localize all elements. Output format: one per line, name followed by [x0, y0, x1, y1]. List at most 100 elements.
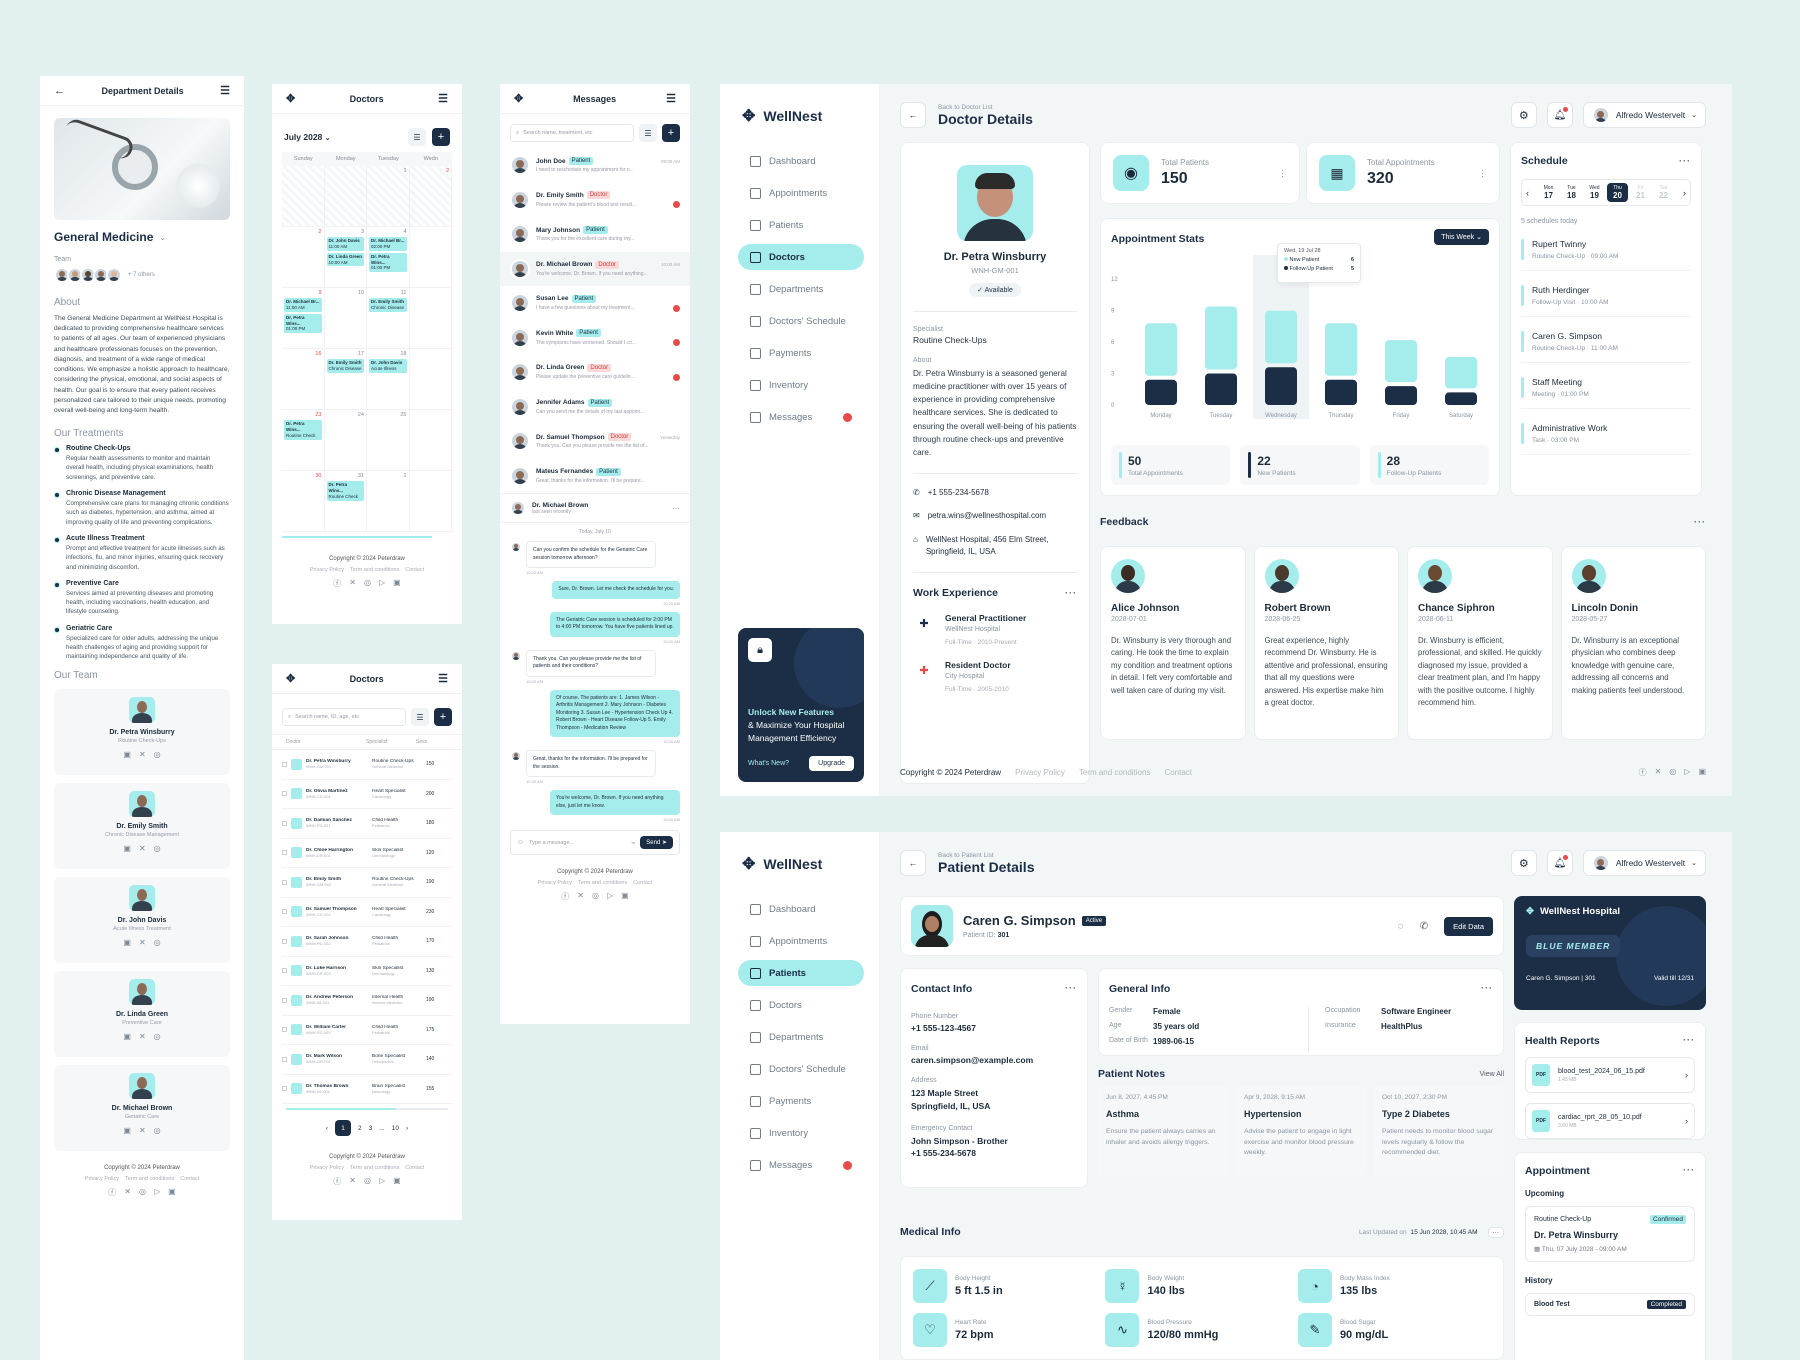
- privacy-link[interactable]: Privacy Policy: [1015, 768, 1065, 777]
- breadcrumb[interactable]: Back to Doctor List: [938, 104, 1033, 111]
- calendar-day[interactable]: 11 Dr. Emily Smith Chronic Disease: [367, 288, 410, 348]
- nav-doctors[interactable]: Doctors: [738, 244, 864, 270]
- calendar-day[interactable]: [410, 288, 452, 348]
- calendar-day[interactable]: 2: [409, 166, 452, 226]
- table-row[interactable]: Dr. Samuel Thompson WNH-CD-002 Heart Speci…: [282, 898, 452, 927]
- calendar-day[interactable]: 25: [367, 410, 410, 470]
- calendar-day[interactable]: [282, 166, 325, 226]
- table-row[interactable]: Dr. Chloe Harrington WNH-DR-001 Skin Speci…: [282, 839, 452, 868]
- x-icon[interactable]: ✕: [139, 844, 146, 853]
- more-icon[interactable]: ⋮: [1478, 168, 1487, 179]
- privacy-link[interactable]: Privacy Policy: [310, 567, 344, 573]
- next-page-icon[interactable]: ›: [406, 1125, 408, 1132]
- nav-dashboard[interactable]: Dashboard: [738, 148, 864, 174]
- more-icon[interactable]: ···: [1683, 1035, 1695, 1047]
- message-thread[interactable]: Dr. Linda Green Doctor Please update the p…: [500, 355, 690, 390]
- checkbox[interactable]: [282, 761, 287, 767]
- privacy-link[interactable]: Privacy Policy: [85, 1176, 119, 1182]
- table-row[interactable]: Dr. Damian Sanchez WNH-PD-001 Child Health…: [282, 809, 452, 839]
- page-2[interactable]: 2: [358, 1125, 362, 1132]
- column-sessions[interactable]: Sess: [416, 739, 427, 745]
- x-icon[interactable]: ✕: [349, 578, 356, 589]
- message-thread[interactable]: Susan Lee Patient I have a few questions a…: [500, 286, 690, 321]
- nav-doctors-schedule[interactable]: Doctors' Schedule: [738, 1056, 864, 1082]
- checkbox[interactable]: [282, 820, 287, 826]
- checkbox[interactable]: [282, 968, 287, 974]
- team-member-card[interactable]: Dr. John Davis Acute Illness Treatment ▣ ✕ ◎: [54, 876, 230, 963]
- nav-dashboard[interactable]: Dashboard: [738, 896, 864, 922]
- user-menu[interactable]: Alfredo Westervelt ⌄: [1582, 850, 1706, 876]
- calendar-event[interactable]: Dr. Emily Smith Chronic Disease: [369, 298, 407, 312]
- calendar-event[interactable]: Dr. John Davis Acute Illness: [369, 359, 407, 373]
- nav-doctors-schedule[interactable]: Doctors' Schedule: [738, 308, 864, 334]
- checkbox[interactable]: [282, 850, 287, 856]
- schedule-day[interactable]: Fri 21: [1630, 183, 1651, 202]
- message-thread[interactable]: Mary Johnson Patient Thank you for the exc…: [500, 217, 690, 252]
- x-icon[interactable]: ✕: [139, 938, 146, 947]
- doctor-phone[interactable]: +1 555-234-5678: [928, 488, 989, 497]
- instagram-icon[interactable]: ◎: [364, 578, 371, 589]
- message-thread[interactable]: Dr. Michael Brown Doctor 10:00 AM You're we…: [500, 251, 690, 286]
- schedule-item[interactable]: Caren G. Simpson Routine Check-Up · 11:00…: [1521, 331, 1691, 363]
- youtube-icon[interactable]: ▷: [379, 1176, 385, 1187]
- phone-value[interactable]: +1 555-123-4567: [911, 1023, 1077, 1033]
- menu-icon[interactable]: ☰: [220, 84, 230, 97]
- history-item[interactable]: Blood Test Completed: [1525, 1293, 1695, 1316]
- column-doctor[interactable]: Doctor: [286, 739, 366, 745]
- phone-icon[interactable]: ✆: [1420, 921, 1428, 932]
- schedule-item[interactable]: Ruth Herdinger Follow-Up Visit · 10:00 AM: [1521, 285, 1691, 317]
- facebook-icon[interactable]: ⓕ: [108, 1187, 116, 1198]
- schedule-day[interactable]: Sat 22: [1653, 183, 1674, 202]
- add-button[interactable]: +: [432, 128, 450, 146]
- more-icon[interactable]: ⋮: [1278, 168, 1287, 179]
- contact-link[interactable]: Contact: [180, 1176, 199, 1182]
- calendar-day[interactable]: 30: [282, 471, 325, 531]
- linkedin-icon[interactable]: ▣: [123, 844, 131, 853]
- calendar-event[interactable]: Dr. Emily Smith Chronic Disease: [326, 359, 364, 373]
- table-scrollbar[interactable]: [286, 1108, 448, 1110]
- instagram-icon[interactable]: ◎: [154, 1032, 161, 1041]
- logo-icon[interactable]: ✥: [286, 672, 295, 685]
- email-value[interactable]: caren.simpson@example.com: [911, 1055, 1077, 1065]
- more-icon[interactable]: ···: [1481, 983, 1493, 995]
- calendar-day[interactable]: 31 Dr. Petra Wins... Routine Check: [325, 471, 367, 531]
- linkedin-icon[interactable]: ▣: [393, 1176, 401, 1187]
- checkbox[interactable]: [282, 879, 287, 885]
- upcoming-appointment[interactable]: Routine Check-Up Confirmed Dr. Petra Wins…: [1525, 1206, 1695, 1262]
- calendar-event[interactable]: Dr. Linda Green 10:00 AM: [326, 252, 364, 267]
- instagram-icon[interactable]: ◎: [154, 938, 161, 947]
- linkedin-icon[interactable]: ▣: [168, 1187, 176, 1198]
- message-thread[interactable]: Dr. Emily Smith Doctor Please review the p…: [500, 183, 690, 218]
- more-icon[interactable]: ···: [1683, 1165, 1695, 1177]
- menu-icon[interactable]: ☰: [666, 92, 676, 105]
- filter-button[interactable]: ☰: [639, 124, 657, 142]
- facebook-icon[interactable]: ⓕ: [333, 1176, 341, 1187]
- logo-icon[interactable]: ✥: [286, 92, 295, 105]
- table-row[interactable]: Dr. Thomas Brown WNH-NL-001 Brain Speciali…: [282, 1075, 452, 1104]
- brand[interactable]: ✥ WellNest: [720, 84, 879, 126]
- add-button[interactable]: +: [662, 124, 680, 142]
- message-thread[interactable]: Mateus Fernandes Patient Great, thanks for…: [500, 459, 690, 494]
- nav-messages[interactable]: Messages: [738, 404, 864, 430]
- back-arrow-icon[interactable]: ←: [54, 85, 65, 97]
- terms-link[interactable]: Term and conditions: [125, 1176, 174, 1182]
- edit-data-button[interactable]: Edit Data: [1444, 916, 1493, 936]
- breadcrumb[interactable]: Back to Patient List: [938, 852, 1034, 859]
- youtube-icon[interactable]: ▷: [607, 891, 613, 902]
- privacy-link[interactable]: Privacy Policy: [538, 880, 572, 886]
- calendar-day[interactable]: 10: [325, 288, 367, 348]
- calendar-day[interactable]: 18 Dr. John Davis Acute Illness: [367, 349, 410, 409]
- table-row[interactable]: Dr. Sarah Johnson WNH-PD-002 Child Health P…: [282, 927, 452, 957]
- contact-link[interactable]: Contact: [1164, 768, 1192, 777]
- calendar-event[interactable]: Dr. Michael Br... 11:00 AM: [284, 298, 322, 312]
- emoji-icon[interactable]: ☺: [517, 839, 524, 846]
- table-row[interactable]: Dr. Petra Winsburry WNH-GM-001 Routine Che…: [282, 750, 452, 780]
- contact-link[interactable]: Contact: [405, 1165, 424, 1171]
- nav-payments[interactable]: Payments: [738, 1088, 864, 1114]
- notification-icon[interactable]: 🔔︎: [1546, 102, 1573, 128]
- whats-new-link[interactable]: What's New?: [748, 760, 789, 767]
- checkbox[interactable]: [282, 791, 287, 797]
- team-member-card[interactable]: Dr. Michael Brown Geriatric Care ▣ ✕ ◎: [54, 1064, 230, 1151]
- table-row[interactable]: Dr. Olivia Martinez WNH-CD-001 Heart Speci…: [282, 780, 452, 809]
- nav-appointments[interactable]: Appointments: [738, 180, 864, 206]
